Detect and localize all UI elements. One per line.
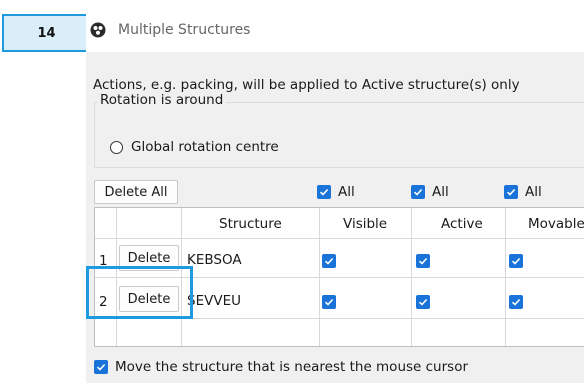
- delete-all-button[interactable]: Delete All: [94, 180, 178, 204]
- movable-all-checkbox[interactable]: [504, 185, 518, 199]
- structure-name: KEBSOA: [187, 252, 242, 268]
- column-header-active: Active: [441, 216, 483, 232]
- movable-all-toggle[interactable]: All: [504, 184, 542, 200]
- active-structures-note: Actions, e.g. packing, will be applied t…: [93, 77, 520, 93]
- multiple-structures-dialog: Multiple Structures Actions, e.g. packin…: [86, 10, 584, 383]
- movable-all-label: All: [525, 184, 542, 200]
- row-number: 1: [99, 253, 108, 269]
- row-divider: [95, 318, 584, 319]
- active-all-checkbox[interactable]: [411, 185, 425, 199]
- visible-all-label: All: [338, 184, 355, 200]
- title-bar: Multiple Structures: [86, 10, 584, 52]
- active-all-toggle[interactable]: All: [411, 184, 449, 200]
- move-nearest-toggle[interactable]: Move the structure that is nearest the m…: [94, 359, 468, 375]
- structure-name: SEVVEU: [187, 293, 241, 309]
- window-title: Multiple Structures: [118, 22, 251, 38]
- active-all-label: All: [432, 184, 449, 200]
- global-rotation-radio[interactable]: [110, 140, 123, 154]
- visible-all-toggle[interactable]: All: [317, 184, 355, 200]
- movable-checkbox[interactable]: [509, 254, 523, 268]
- row-divider: [95, 238, 584, 239]
- active-checkbox[interactable]: [416, 295, 430, 309]
- movable-checkbox[interactable]: [509, 295, 523, 309]
- delete-row-button[interactable]: Delete: [119, 245, 179, 271]
- visible-checkbox[interactable]: [322, 295, 336, 309]
- delete-row-button[interactable]: Delete: [119, 286, 179, 312]
- molecule-icon: [90, 22, 106, 38]
- move-nearest-label: Move the structure that is nearest the m…: [115, 359, 469, 375]
- column-header-movable: Movable: [528, 216, 584, 232]
- rotation-legend: Rotation is around: [97, 92, 227, 108]
- rotation-groupbox: [94, 102, 584, 168]
- global-rotation-label: Global rotation centre: [131, 139, 279, 155]
- move-nearest-checkbox[interactable]: [94, 360, 108, 374]
- column-header-visible: Visible: [343, 216, 388, 232]
- visible-all-checkbox[interactable]: [317, 185, 331, 199]
- row-divider: [95, 277, 584, 278]
- visible-checkbox[interactable]: [322, 254, 336, 268]
- column-header-structure: Structure: [219, 216, 282, 232]
- step-number-badge: 14: [2, 14, 91, 52]
- row-number: 2: [99, 294, 108, 310]
- active-checkbox[interactable]: [416, 254, 430, 268]
- structures-table: Structure Visible Active Movable 1 Delet…: [94, 207, 584, 347]
- global-rotation-option[interactable]: Global rotation centre: [110, 139, 279, 155]
